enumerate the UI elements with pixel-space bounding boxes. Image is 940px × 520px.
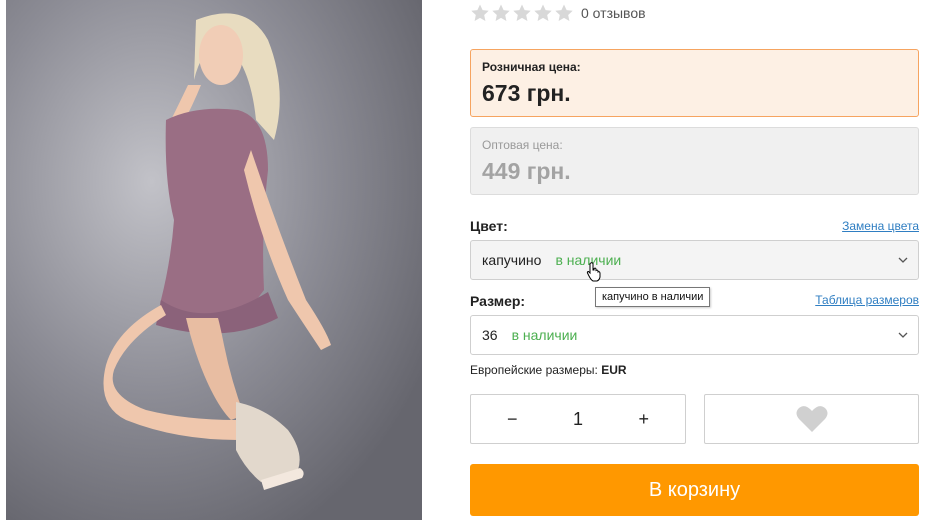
chevron-down-icon	[898, 332, 908, 338]
wholesale-price-label: Оптовая цена:	[482, 138, 563, 152]
color-selected: капучино	[482, 252, 542, 268]
star-icon[interactable]	[491, 3, 511, 23]
size-select[interactable]: 36 в наличии	[470, 315, 919, 355]
chevron-down-icon	[898, 257, 908, 263]
euro-sizes-value: EUR	[601, 363, 627, 377]
size-label: Размер:	[470, 293, 526, 309]
color-change-link[interactable]: Замена цвета	[842, 219, 919, 233]
availability-tooltip: капучино в наличии	[595, 287, 711, 307]
retail-price-box: Розничная цена: 673 грн.	[470, 49, 919, 117]
add-to-cart-button[interactable]: В корзину	[470, 464, 919, 516]
size-table-link[interactable]: Таблица размеров	[815, 293, 919, 307]
euro-sizes: Европейские размеры: EUR	[470, 363, 627, 377]
quantity-plus-button[interactable]: +	[638, 409, 649, 430]
size-selected: 36	[482, 327, 498, 343]
heart-icon	[796, 406, 827, 432]
quantity-minus-button[interactable]: −	[507, 409, 518, 430]
color-label: Цвет:	[470, 218, 508, 234]
star-icon[interactable]	[470, 3, 490, 23]
quantity-value[interactable]: 1	[573, 409, 583, 430]
reviews-count[interactable]: 0 отзывов	[581, 5, 646, 21]
hand-cursor-icon	[586, 262, 601, 282]
product-photo[interactable]	[6, 0, 422, 520]
color-select[interactable]: капучино в наличии	[470, 240, 919, 280]
size-availability: в наличии	[511, 327, 578, 343]
retail-price-value: 673 грн.	[482, 80, 571, 106]
star-icon[interactable]	[554, 3, 574, 23]
star-icon[interactable]	[533, 3, 553, 23]
quantity-stepper[interactable]: − 1 +	[470, 394, 686, 444]
euro-sizes-label: Европейские размеры:	[470, 363, 598, 377]
retail-price-label: Розничная цена:	[482, 60, 581, 74]
wholesale-price-box: Оптовая цена: 449 грн.	[470, 127, 919, 195]
favorite-button[interactable]	[704, 394, 919, 444]
rating: 0 отзывов	[470, 2, 646, 24]
wholesale-price-value: 449 грн.	[482, 158, 571, 184]
star-icon[interactable]	[512, 3, 532, 23]
